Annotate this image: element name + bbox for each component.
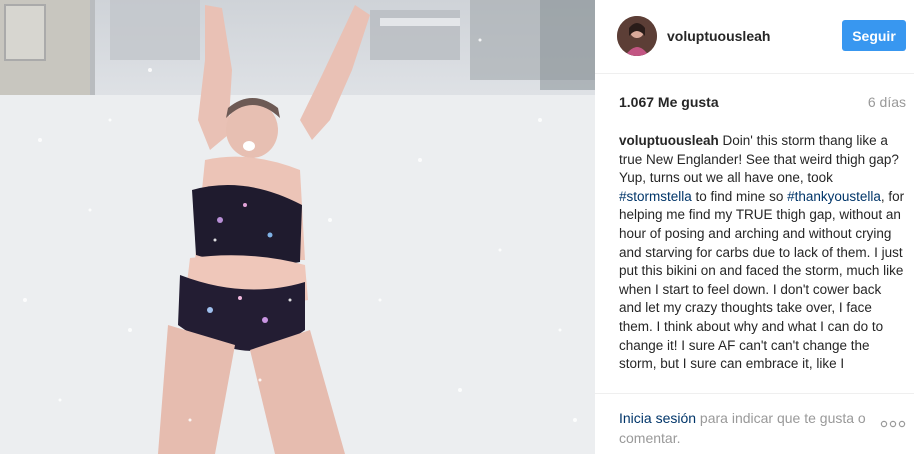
hashtag-stormstella[interactable]: #stormstella bbox=[619, 189, 692, 204]
post-meta: 1.067 Me gusta 6 días bbox=[619, 94, 906, 114]
caption-username[interactable]: voluptuousleah bbox=[619, 133, 719, 148]
login-prompt: Inicia sesión para indicar que te gusta … bbox=[619, 408, 879, 448]
avatar[interactable] bbox=[617, 16, 657, 56]
post-details-panel: voluptuousleah Seguir 1.067 Me gusta 6 d… bbox=[595, 0, 914, 454]
snow-scene-illustration bbox=[0, 0, 595, 454]
post-caption: voluptuousleah Doin' this storm thang li… bbox=[619, 132, 906, 374]
profile-avatar-icon bbox=[617, 16, 657, 56]
post-header: voluptuousleah Seguir bbox=[595, 0, 914, 74]
caption-scroll-area[interactable]: voluptuousleah Doin' this storm thang li… bbox=[619, 132, 906, 392]
likes-count[interactable]: 1.067 Me gusta bbox=[619, 94, 719, 110]
post-footer: Inicia sesión para indicar que te gusta … bbox=[595, 393, 914, 454]
login-link[interactable]: Inicia sesión bbox=[619, 410, 696, 426]
post-photo[interactable] bbox=[0, 0, 595, 454]
caption-text-3: , for helping me find my TRUE thigh gap,… bbox=[619, 188, 905, 372]
author-username[interactable]: voluptuousleah bbox=[667, 28, 770, 44]
post-timestamp[interactable]: 6 días bbox=[868, 94, 906, 110]
follow-button[interactable]: Seguir bbox=[842, 20, 906, 51]
more-options-icon[interactable] bbox=[880, 420, 906, 428]
caption-text-2: to find mine so bbox=[691, 188, 788, 204]
hashtag-thankyoustella[interactable]: #thankyoustella bbox=[787, 189, 881, 204]
